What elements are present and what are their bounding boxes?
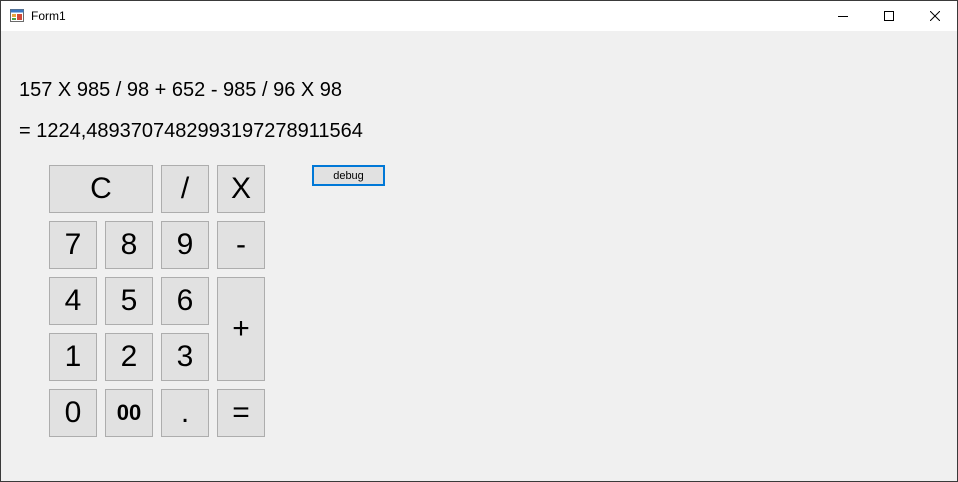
window-title: Form1 — [31, 9, 66, 23]
expression-label: 157 X 985 / 98 + 652 - 985 / 96 X 98 — [19, 79, 343, 101]
result-label: = 1224,48937074829931972789115​64 — [19, 120, 363, 142]
divide-button[interactable]: / — [161, 165, 209, 213]
seven-button[interactable]: 7 — [49, 221, 97, 269]
client-area: 157 X 985 / 98 + 652 - 985 / 96 X 98 = 1… — [1, 31, 957, 481]
minimize-icon — [838, 16, 848, 17]
one-button[interactable]: 1 — [49, 333, 97, 381]
clear-button[interactable]: C — [49, 165, 153, 213]
five-button[interactable]: 5 — [105, 277, 153, 325]
decimal-button[interactable]: . — [161, 389, 209, 437]
eight-button[interactable]: 8 — [105, 221, 153, 269]
minimize-button[interactable] — [820, 1, 866, 31]
zero-button[interactable]: 0 — [49, 389, 97, 437]
nine-button[interactable]: 9 — [161, 221, 209, 269]
multiply-button[interactable]: X — [217, 165, 265, 213]
maximize-button[interactable] — [866, 1, 912, 31]
three-button[interactable]: 3 — [161, 333, 209, 381]
debug-button[interactable]: debug — [312, 165, 385, 186]
minus-button[interactable]: - — [217, 221, 265, 269]
plus-button[interactable]: + — [217, 277, 265, 381]
equals-button[interactable]: = — [217, 389, 265, 437]
two-button[interactable]: 2 — [105, 333, 153, 381]
six-button[interactable]: 6 — [161, 277, 209, 325]
double-zero-button[interactable]: 00 — [105, 389, 153, 437]
maximize-icon — [884, 11, 894, 21]
title-bar[interactable]: Form1 — [1, 1, 957, 31]
app-window: Form1 157 X 985 / 98 + 652 - 985 / 96 X … — [0, 0, 958, 482]
app-icon — [10, 9, 24, 22]
close-button[interactable] — [912, 1, 958, 31]
close-icon — [930, 11, 940, 21]
four-button[interactable]: 4 — [49, 277, 97, 325]
